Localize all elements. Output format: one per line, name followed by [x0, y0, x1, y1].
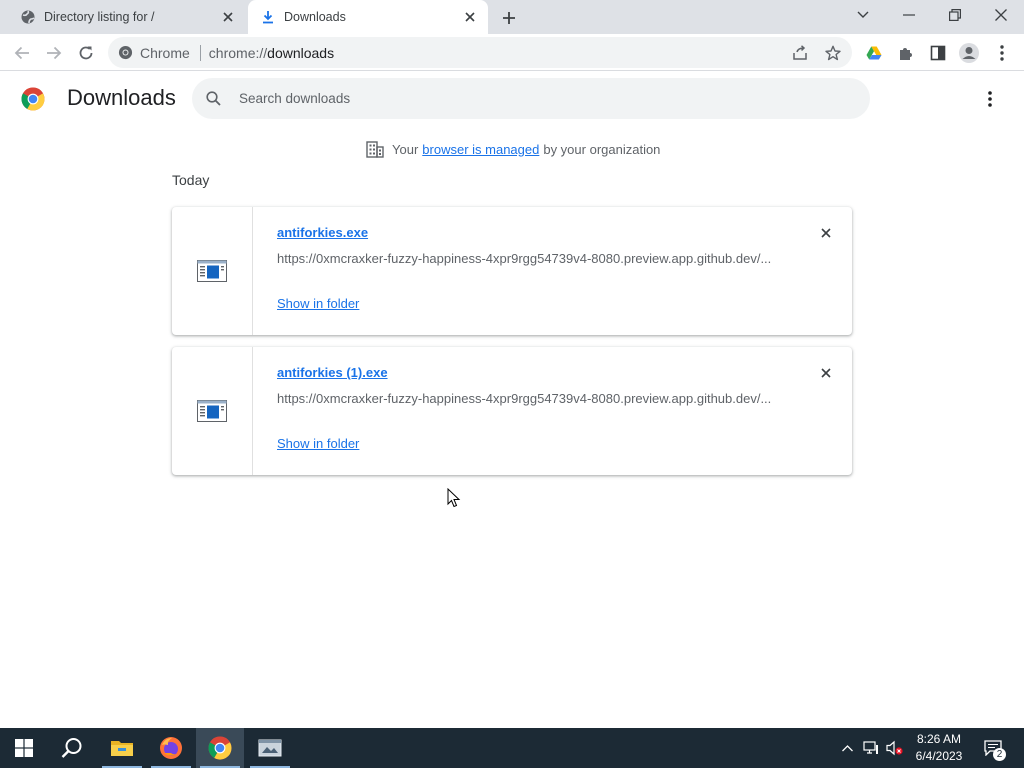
download-file-name-link[interactable]: antiforkies (1).exe: [277, 365, 388, 380]
page-title: Downloads: [67, 85, 176, 110]
exe-file-icon: [197, 400, 227, 422]
bookmark-star-icon[interactable]: [822, 42, 844, 64]
mouse-cursor-icon: [447, 488, 461, 508]
download-item: antiforkies.exe https://0xmcraxker-fuzzy…: [172, 207, 852, 335]
file-explorer-icon[interactable]: [98, 728, 146, 768]
side-panel-icon[interactable]: [925, 40, 951, 66]
remove-download-close-icon[interactable]: [816, 363, 836, 383]
extensions-puzzle-icon[interactable]: [893, 40, 919, 66]
downloads-menu-kebab-icon[interactable]: [979, 88, 1001, 110]
building-icon: [366, 141, 384, 158]
profile-avatar-icon[interactable]: [956, 40, 982, 66]
clock-date: 6/4/2023: [915, 749, 963, 763]
site-info-chip[interactable]: Chrome: [118, 45, 190, 61]
tab-directory-listing[interactable]: Directory listing for /: [8, 0, 246, 34]
reload-icon[interactable]: [73, 40, 99, 66]
exe-file-icon: [197, 260, 227, 282]
clock-time: 8:26 AM: [916, 732, 962, 746]
chip-label: Chrome: [140, 44, 190, 61]
volume-muted-icon[interactable]: [884, 728, 906, 768]
forward-arrow-icon[interactable]: [41, 40, 67, 66]
date-section-heading: Today: [172, 172, 210, 188]
search-downloads-input[interactable]: [237, 90, 817, 107]
network-icon[interactable]: [861, 728, 881, 768]
remove-download-close-icon[interactable]: [816, 223, 836, 243]
browser-menu-kebab-icon[interactable]: [989, 40, 1015, 66]
tray-chevron-up-icon[interactable]: [838, 728, 856, 768]
download-file-name-link[interactable]: antiforkies.exe: [277, 225, 368, 240]
search-icon: [203, 89, 223, 109]
app-window-icon[interactable]: [246, 728, 294, 768]
tab-title: Downloads: [284, 10, 346, 24]
chrome-logo-icon: [21, 87, 45, 111]
start-windows-icon[interactable]: [0, 728, 48, 768]
download-icon: [260, 9, 276, 25]
firefox-icon[interactable]: [147, 728, 195, 768]
download-source-url: https://0xmcraxker-fuzzy-happiness-4xpr9…: [277, 391, 772, 406]
browser-managed-link[interactable]: browser is managed: [422, 142, 539, 157]
search-taskbar-icon[interactable]: [48, 728, 96, 768]
address-bar[interactable]: Chrome chrome://downloads: [108, 37, 852, 68]
tab-strip: Directory listing for / Downloads: [0, 0, 1024, 34]
url-host: downloads: [267, 44, 335, 61]
share-icon[interactable]: [789, 42, 811, 64]
tab-title: Directory listing for /: [44, 10, 155, 24]
show-in-folder-link[interactable]: Show in folder: [277, 436, 359, 451]
minimize-icon[interactable]: [887, 0, 931, 30]
windows-taskbar: 8:26 AM 6/4/2023: [0, 728, 1024, 768]
chrome-small-icon: [118, 45, 133, 60]
close-window-icon[interactable]: [979, 0, 1023, 30]
notification-count-badge: 2: [993, 748, 1006, 761]
tab-close-icon[interactable]: [218, 7, 238, 27]
restore-icon[interactable]: [933, 0, 977, 30]
search-downloads-box[interactable]: [192, 78, 870, 119]
downloads-header: Downloads: [0, 72, 1024, 126]
chrome-taskbar-icon[interactable]: [196, 728, 244, 768]
url-scheme: chrome://: [208, 44, 268, 61]
tab-search-chevron-down-icon[interactable]: [841, 0, 885, 30]
tab-close-icon[interactable]: [460, 7, 480, 27]
download-item: antiforkies (1).exe https://0xmcraxker-f…: [172, 347, 852, 475]
download-source-url: https://0xmcraxker-fuzzy-happiness-4xpr9…: [277, 251, 772, 266]
file-icon-column: [172, 347, 253, 475]
show-in-folder-link[interactable]: Show in folder: [277, 296, 359, 311]
omnibox-separator: [199, 44, 201, 61]
back-arrow-icon[interactable]: [9, 40, 35, 66]
managed-suffix: by your organization: [543, 141, 661, 157]
google-drive-icon[interactable]: [861, 40, 887, 66]
browser-toolbar: Chrome chrome://downloads: [0, 34, 1024, 71]
tab-downloads[interactable]: Downloads: [248, 0, 488, 34]
file-icon-column: [172, 207, 253, 335]
new-tab-plus-icon[interactable]: [498, 7, 520, 29]
managed-notice: Your browser is managed by your organiza…: [366, 140, 660, 158]
managed-prefix: Your: [392, 141, 419, 157]
system-clock[interactable]: 8:26 AM 6/4/2023: [908, 731, 970, 765]
globe-icon: [20, 9, 36, 25]
